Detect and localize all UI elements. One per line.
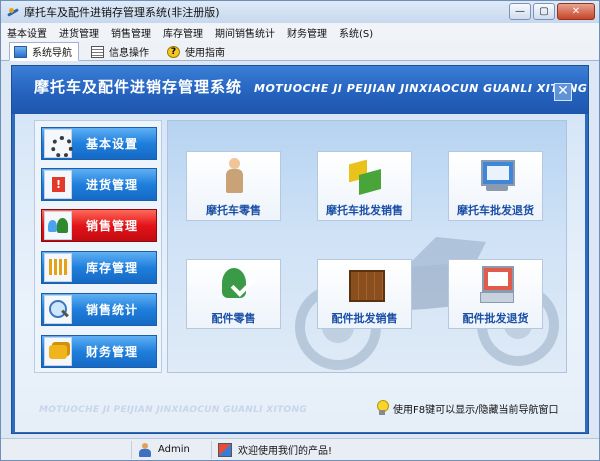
- nav-label: 销售统计: [86, 303, 139, 317]
- banner: 摩托车及配件进销存管理系统 MOTUOCHE JI PEIJIAN JINXIA…: [12, 66, 588, 114]
- product-icon: [218, 442, 232, 457]
- tile-motorcycle-wholesale[interactable]: 摩托车批发销售: [317, 151, 412, 221]
- tile-motorcycle-wholesale-return[interactable]: 摩托车批发退货: [448, 151, 543, 221]
- hint-text: 使用F8键可以显示/隐藏当前导航窗口: [393, 404, 559, 416]
- module-nav: 基本设置 进货管理 销售管理 库存管理 销售统计: [34, 120, 162, 373]
- close-icon: ✕: [557, 83, 569, 99]
- nav-label: 库存管理: [86, 261, 139, 275]
- pos-icon: [476, 264, 516, 304]
- cubes-icon: [345, 156, 385, 196]
- nav-sales[interactable]: 销售管理: [41, 209, 157, 242]
- close-panel-button[interactable]: ✕: [554, 83, 572, 101]
- stock-icon: [44, 253, 72, 282]
- gear-icon: [44, 129, 73, 158]
- nav-basic-settings[interactable]: 基本设置: [41, 127, 157, 160]
- nav-label: 销售管理: [86, 219, 139, 233]
- tab-label: 系统导航: [32, 48, 72, 59]
- close-window-button[interactable]: ✕: [557, 3, 595, 20]
- help-icon: ?: [167, 45, 180, 58]
- nav-inventory[interactable]: 库存管理: [41, 251, 157, 284]
- user-icon: [138, 442, 152, 457]
- tab-label: 信息操作: [109, 48, 149, 59]
- tab-info-ops[interactable]: 信息操作: [87, 42, 155, 61]
- tile-label: 摩托车批发退货: [457, 204, 534, 217]
- tile-parts-retail[interactable]: 配件零售: [186, 259, 281, 329]
- info-icon: [91, 45, 104, 58]
- minimize-icon: —: [515, 6, 525, 17]
- nav-sales-stats[interactable]: 销售统计: [41, 293, 157, 326]
- menu-sales[interactable]: 销售管理: [111, 25, 151, 40]
- tab-bar: 系统导航 信息操作 ? 使用指南: [1, 41, 599, 61]
- status-welcome-text: 欢迎使用我们的产品!: [238, 446, 333, 457]
- banner-title: 摩托车及配件进销存管理系统: [34, 78, 243, 96]
- monitor-icon: [476, 156, 516, 196]
- user-check-icon: [214, 264, 254, 304]
- menu-purchase[interactable]: 进货管理: [59, 25, 99, 40]
- nav-content: 基本设置 进货管理 销售管理 库存管理 销售统计: [15, 114, 585, 432]
- tile-label: 配件零售: [211, 312, 256, 325]
- menu-bar: 基本设置 进货管理 销售管理 库存管理 期间销售统计 财务管理 系统(S): [1, 23, 599, 41]
- title-bar: 摩托车及配件进销存管理系统(非注册版) — ▢ ✕: [1, 1, 599, 23]
- tab-label: 使用指南: [185, 48, 225, 59]
- box-icon: [345, 264, 385, 304]
- motorcycle-app-icon: [6, 5, 20, 19]
- warning-icon: [44, 170, 72, 199]
- sales-functions-panel: 摩托车零售 摩托车批发销售 摩托车批发退货 配件零售 配件批发销售 配件批发退货: [167, 120, 567, 373]
- tile-label: 配件批发销售: [331, 312, 398, 325]
- tile-motorcycle-retail[interactable]: 摩托车零售: [186, 151, 281, 221]
- menu-finance[interactable]: 财务管理: [287, 25, 327, 40]
- tab-system-nav[interactable]: 系统导航: [9, 42, 79, 61]
- nav-label: 基本设置: [86, 137, 139, 151]
- status-user-name: Admin: [158, 444, 190, 455]
- close-icon: ✕: [571, 6, 581, 17]
- footer-subtitle: MOTUOCHE JI PEIJIAN JINXIAOCUN GUANLI XI…: [39, 405, 308, 415]
- tile-label: 摩托车零售: [206, 204, 261, 217]
- f8-hint: 使用F8键可以显示/隐藏当前导航窗口: [375, 400, 558, 416]
- app-window: 摩托车及配件进销存管理系统(非注册版) — ▢ ✕ 基本设置 进货管理 销售管理…: [0, 0, 600, 461]
- money-icon: [44, 337, 72, 366]
- menu-inventory[interactable]: 库存管理: [163, 25, 203, 40]
- chart-icon: [44, 295, 72, 324]
- maximize-button[interactable]: ▢: [533, 3, 555, 20]
- menu-period-sales-stats[interactable]: 期间销售统计: [215, 25, 275, 40]
- banner-subtitle: MOTUOCHE JI PEIJIAN JINXIAOCUN GUANLI XI…: [254, 82, 588, 95]
- tile-parts-wholesale-return[interactable]: 配件批发退货: [448, 259, 543, 329]
- nav-label: 进货管理: [86, 178, 139, 192]
- minimize-button[interactable]: —: [509, 3, 531, 20]
- tab-user-guide[interactable]: ? 使用指南: [163, 42, 231, 61]
- nav-label: 财务管理: [86, 345, 139, 359]
- status-user: Admin: [131, 440, 211, 459]
- tile-parts-wholesale[interactable]: 配件批发销售: [317, 259, 412, 329]
- person-icon: [214, 156, 254, 196]
- status-welcome: 欢迎使用我们的产品!: [211, 440, 338, 459]
- lightbulb-icon: [375, 400, 389, 416]
- tile-label: 配件批发退货: [462, 312, 529, 325]
- menu-system[interactable]: 系统(S): [339, 25, 373, 40]
- menu-basic-settings[interactable]: 基本设置: [7, 25, 47, 40]
- window-controls: — ▢ ✕: [509, 3, 595, 20]
- status-bar: Admin 欢迎使用我们的产品!: [1, 438, 599, 460]
- nav-finance[interactable]: 财务管理: [41, 335, 157, 368]
- nav-icon: [14, 45, 27, 58]
- navigation-panel: 摩托车及配件进销存管理系统 MOTUOCHE JI PEIJIAN JINXIA…: [11, 65, 589, 434]
- maximize-icon: ▢: [539, 6, 549, 17]
- nav-purchase[interactable]: 进货管理: [41, 168, 157, 201]
- users-icon: [44, 211, 72, 240]
- tile-label: 摩托车批发销售: [326, 204, 403, 217]
- window-title: 摩托车及配件进销存管理系统(非注册版): [24, 6, 220, 19]
